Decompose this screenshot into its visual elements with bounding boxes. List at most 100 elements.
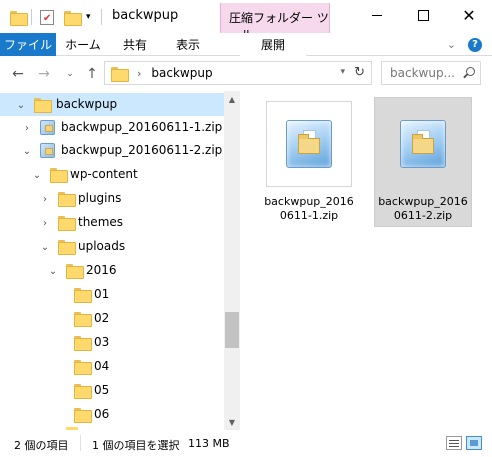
tree-item-02[interactable]: 02 xyxy=(0,307,224,330)
ribbon-right-controls: ⌄ ? xyxy=(447,33,492,56)
tree-item-label: 05 xyxy=(94,383,110,397)
tab-home[interactable]: ホーム xyxy=(58,33,108,56)
customize-qa-dropdown-icon[interactable]: ▾ xyxy=(86,7,91,27)
breadcrumb-path[interactable]: backwpup xyxy=(151,66,212,80)
forward-arrow-icon[interactable]: → xyxy=(36,66,52,82)
collapse-chevron-icon[interactable]: ⌄ xyxy=(16,99,26,111)
tab-share[interactable]: 共有 xyxy=(112,33,158,56)
scrollbar-thumb[interactable] xyxy=(225,312,239,348)
qa-divider xyxy=(31,9,32,25)
tree-item-label: plugins xyxy=(78,191,122,205)
tree-item-label: 03 xyxy=(94,335,110,349)
navigation-pane: ⌄ backwpup › backwpup_20160611-1.zip ⌄ b… xyxy=(0,91,240,430)
address-folder-icon xyxy=(111,66,129,82)
folder-icon xyxy=(74,336,92,352)
file-name: backwpup_20160611-2.zip xyxy=(378,195,468,222)
folder-icon xyxy=(74,408,92,424)
tree-item-label: themes xyxy=(78,215,124,229)
folder-icon xyxy=(58,216,76,232)
tree-item-label: uploads xyxy=(78,239,126,253)
tree-item-label: backwpup xyxy=(56,97,118,111)
maximize-button[interactable] xyxy=(400,0,446,31)
scroll-down-arrow-icon[interactable]: ▼ xyxy=(224,414,240,430)
tree-item-2016[interactable]: ⌄ 2016 xyxy=(0,259,224,282)
window-title: backwpup xyxy=(112,8,179,23)
expand-chevron-icon[interactable]: › xyxy=(40,217,50,229)
large-icons-view-icon[interactable] xyxy=(466,436,482,450)
navigation-scrollbar[interactable]: ▲ ▼ xyxy=(224,91,240,430)
refresh-icon[interactable]: ↻ xyxy=(354,65,365,80)
tree-item-themes[interactable]: › themes xyxy=(0,211,224,234)
status-item-count: 2 個の項目 xyxy=(14,439,69,452)
breadcrumb-chevron-icon[interactable]: › xyxy=(137,67,141,80)
tree-item-label: 06 xyxy=(94,407,110,421)
folder-icon xyxy=(34,98,52,114)
tree-item-label: backwpup_20160611-1.zip xyxy=(61,120,223,134)
tree-item-label: 01 xyxy=(94,287,110,301)
expand-ribbon-icon[interactable]: ⌄ xyxy=(447,38,456,51)
tree-item-01[interactable]: 01 xyxy=(0,283,224,306)
scroll-up-arrow-icon[interactable]: ▲ xyxy=(224,91,240,107)
tree-item-wp-content[interactable]: ⌄ wp-content xyxy=(0,163,224,186)
file-list: backwpup_20160611-1.zip backwpup_2016061… xyxy=(240,91,492,430)
close-button[interactable]: ✕ xyxy=(446,0,492,31)
zip-archive-icon xyxy=(400,120,446,168)
folder-icon xyxy=(74,288,92,304)
tree-item-label: 02 xyxy=(94,311,110,325)
tab-view[interactable]: 表示 xyxy=(164,33,212,56)
tree-item-zip-1[interactable]: › backwpup_20160611-1.zip xyxy=(0,116,224,139)
tree-item-uploads[interactable]: ⌄ uploads xyxy=(0,235,224,258)
tree-item-05[interactable]: 05 xyxy=(0,379,224,402)
status-bar: 2 個の項目 1 個の項目を選択 113 MB xyxy=(0,430,492,457)
tree-item-plugins[interactable]: › plugins xyxy=(0,187,224,210)
address-bar[interactable]: › backwpup ▾ ↻ xyxy=(104,61,372,85)
zip-file-icon xyxy=(40,120,55,138)
file-tile-zip-2[interactable]: backwpup_20160611-2.zip xyxy=(374,97,472,227)
properties-icon[interactable]: ✔ xyxy=(40,7,54,27)
up-arrow-icon[interactable]: ↑ xyxy=(84,66,100,82)
folder-icon xyxy=(74,312,92,328)
title-divider xyxy=(101,9,102,25)
tab-extract[interactable]: 展開 xyxy=(240,33,306,56)
help-icon[interactable]: ? xyxy=(468,37,482,52)
tree-item-zip-2[interactable]: ⌄ backwpup_20160611-2.zip xyxy=(0,139,224,162)
folder-icon xyxy=(66,264,84,280)
expand-chevron-icon[interactable]: › xyxy=(40,193,50,205)
tree-item-label: backwpup_20160611-2.zip xyxy=(61,143,223,157)
address-dropdown-icon[interactable]: ▾ xyxy=(340,67,345,77)
status-size: 113 MB xyxy=(188,437,230,450)
status-selection: 1 個の項目を選択 xyxy=(92,439,180,452)
folder-icon xyxy=(74,384,92,400)
new-folder-icon[interactable] xyxy=(64,7,82,27)
file-tile-zip-1[interactable]: backwpup_20160611-1.zip xyxy=(260,97,358,227)
search-placeholder: backwup... xyxy=(390,66,455,80)
minimize-button[interactable] xyxy=(354,0,400,31)
search-box[interactable]: backwup... xyxy=(381,61,481,85)
tree-item-06[interactable]: 06 xyxy=(0,403,224,426)
search-icon[interactable] xyxy=(463,67,475,78)
file-name: backwpup_20160611-1.zip xyxy=(264,195,354,222)
folder-icon xyxy=(50,168,68,184)
tree-item-04[interactable]: 04 xyxy=(0,355,224,378)
recent-locations-icon[interactable]: ⌄ xyxy=(62,66,78,82)
ribbon-tabs: ファイル ホーム 共有 表示 展開 ⌄ ? xyxy=(0,33,492,56)
expand-chevron-icon[interactable]: › xyxy=(22,122,32,134)
tree-item-backwpup[interactable]: ⌄ backwpup xyxy=(0,93,224,116)
collapse-chevron-icon[interactable]: ⌄ xyxy=(32,169,42,181)
collapse-chevron-icon[interactable]: ⌄ xyxy=(22,145,32,157)
title-bar: ✔ ▾ backwpup 圧縮フォルダー ツール ✕ xyxy=(0,0,492,42)
zip-archive-icon xyxy=(286,120,332,168)
tree-item-03[interactable]: 03 xyxy=(0,331,224,354)
details-view-icon[interactable] xyxy=(446,436,462,450)
folder-icon xyxy=(58,192,76,208)
folder-icon xyxy=(74,360,92,376)
collapse-chevron-icon[interactable]: ⌄ xyxy=(40,241,50,253)
zip-thumbnail xyxy=(380,101,466,187)
tab-file[interactable]: ファイル xyxy=(0,33,56,56)
app-folder-icon xyxy=(10,7,28,27)
folder-icon xyxy=(58,240,76,256)
tree-item-label: 2016 xyxy=(86,263,117,277)
collapse-chevron-icon[interactable]: ⌄ xyxy=(48,265,58,277)
back-arrow-icon[interactable]: ← xyxy=(10,66,26,82)
context-tab-header: 圧縮フォルダー ツール xyxy=(220,3,330,42)
